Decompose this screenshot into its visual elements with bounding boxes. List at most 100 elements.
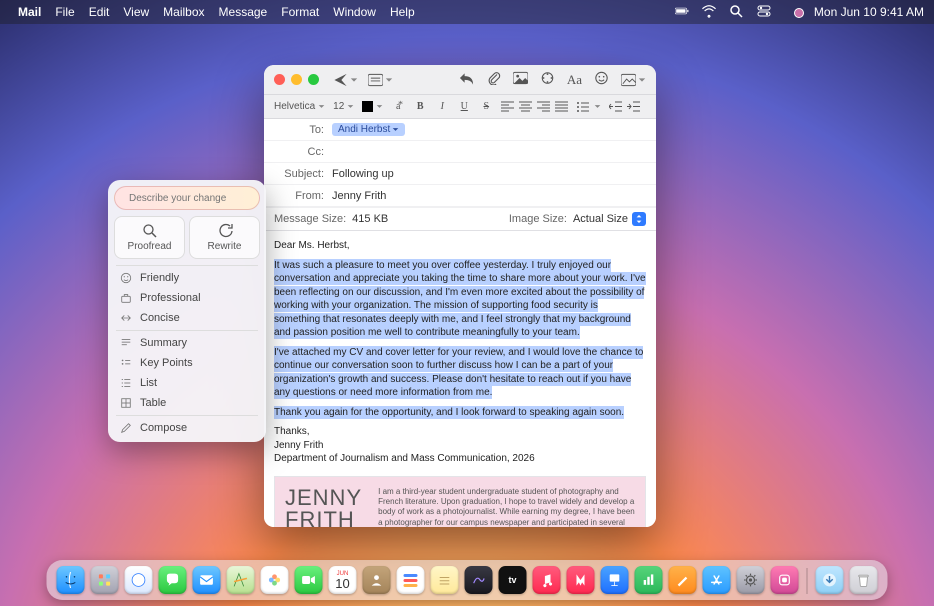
underline-button[interactable]: U	[457, 101, 471, 112]
send-button[interactable]	[333, 73, 358, 87]
dock-keynote[interactable]	[601, 566, 629, 594]
list-item[interactable]: List	[108, 373, 266, 393]
subject-field[interactable]	[332, 168, 646, 180]
menu-message[interactable]: Message	[219, 5, 268, 19]
spotlight-icon[interactable]	[729, 4, 743, 18]
traffic-lights	[274, 74, 319, 85]
emoji-button[interactable]	[594, 71, 609, 88]
dock-settings[interactable]	[737, 566, 765, 594]
magnifier-icon	[142, 223, 158, 239]
proofread-button[interactable]: Proofread	[114, 216, 185, 259]
header-fields-button[interactable]	[368, 73, 393, 87]
indent-button[interactable]	[627, 101, 640, 112]
format-button[interactable]	[540, 71, 555, 88]
dock-calendar[interactable]: JUN10	[329, 566, 357, 594]
italic-button[interactable]: I	[435, 101, 449, 112]
text-effects-button[interactable]: a⃰	[391, 101, 405, 112]
menu-help[interactable]: Help	[390, 5, 415, 19]
battery-icon[interactable]	[675, 4, 689, 18]
menu-window[interactable]: Window	[333, 5, 376, 19]
dock-appstore[interactable]	[703, 566, 731, 594]
message-body[interactable]: Dear Ms. Herbst, It was such a pleasure …	[264, 231, 656, 527]
align-right-button[interactable]	[537, 101, 550, 112]
keypoints-icon	[120, 357, 132, 369]
writing-tools-input[interactable]	[129, 193, 261, 204]
dock-launchpad[interactable]	[91, 566, 119, 594]
cc-field[interactable]	[332, 146, 646, 158]
image-size-select[interactable]: Actual Size	[573, 212, 646, 226]
to-recipient-token[interactable]: Andi Herbst	[332, 123, 405, 136]
strikethrough-button[interactable]: S	[479, 101, 493, 112]
writing-tools-panel: Proofread Rewrite Friendly Professional …	[108, 180, 266, 442]
cc-label: Cc:	[274, 146, 324, 158]
dock-reminders[interactable]	[397, 566, 425, 594]
pencil-icon	[120, 422, 132, 434]
media-browser-button[interactable]	[621, 73, 646, 87]
list-style-button[interactable]	[576, 101, 601, 112]
user-icon[interactable]	[784, 8, 804, 18]
resume-name: JENNY FRITH	[285, 487, 362, 528]
concise-item[interactable]: Concise	[108, 308, 266, 328]
dock-photos[interactable]	[261, 566, 289, 594]
friendly-item[interactable]: Friendly	[108, 268, 266, 288]
bold-button[interactable]: B	[413, 101, 427, 112]
zoom-button[interactable]	[308, 74, 319, 85]
wifi-icon[interactable]	[702, 4, 716, 18]
from-label: From:	[274, 190, 324, 202]
writing-tools-prompt[interactable]	[114, 186, 260, 210]
professional-item[interactable]: Professional	[108, 288, 266, 308]
minimize-button[interactable]	[291, 74, 302, 85]
dock-news[interactable]	[567, 566, 595, 594]
attach-button[interactable]	[486, 71, 501, 88]
menu-mailbox[interactable]: Mailbox	[163, 5, 204, 19]
table-item[interactable]: Table	[108, 393, 266, 413]
menu-app[interactable]: Mail	[18, 5, 41, 19]
dock-notes[interactable]	[431, 566, 459, 594]
control-center-icon[interactable]	[757, 4, 771, 18]
dock-contacts[interactable]	[363, 566, 391, 594]
summary-item[interactable]: Summary	[108, 333, 266, 353]
close-button[interactable]	[274, 74, 285, 85]
rewrite-button[interactable]: Rewrite	[189, 216, 260, 259]
dock-freeform[interactable]	[465, 566, 493, 594]
dock-messages[interactable]	[159, 566, 187, 594]
compose-item[interactable]: Compose	[108, 418, 266, 438]
menubar-clock[interactable]: Mon Jun 10 9:41 AM	[814, 5, 924, 19]
menu-file[interactable]: File	[55, 5, 74, 19]
subject-label: Subject:	[274, 168, 324, 180]
menu-edit[interactable]: Edit	[89, 5, 110, 19]
menu-format[interactable]: Format	[281, 5, 319, 19]
status-icons	[665, 4, 804, 21]
message-size-value: 415 KB	[352, 213, 388, 225]
dock-finder[interactable]	[57, 566, 85, 594]
dock-downloads[interactable]	[816, 566, 844, 594]
dock-maps[interactable]	[227, 566, 255, 594]
font-family-select[interactable]: Helvetica	[274, 101, 325, 112]
reply-button[interactable]	[459, 71, 474, 88]
dock-facetime[interactable]	[295, 566, 323, 594]
dock-safari[interactable]	[125, 566, 153, 594]
dock-mail[interactable]	[193, 566, 221, 594]
menubar: Mail File Edit View Mailbox Message Form…	[0, 0, 934, 24]
dock-tv[interactable]: tv	[499, 566, 527, 594]
insert-photo-button[interactable]	[513, 71, 528, 88]
from-value[interactable]: Jenny Frith	[332, 190, 386, 202]
outdent-button[interactable]	[609, 101, 622, 112]
dock-trash[interactable]	[850, 566, 878, 594]
align-center-button[interactable]	[519, 101, 532, 112]
body-paragraph-2: I've attached my CV and cover letter for…	[274, 346, 643, 400]
align-left-button[interactable]	[501, 101, 514, 112]
dock-pages[interactable]	[669, 566, 697, 594]
align-justify-button[interactable]	[555, 101, 568, 112]
body-greeting: Dear Ms. Herbst,	[274, 239, 646, 253]
text-color-button[interactable]	[362, 101, 383, 112]
dock-music[interactable]	[533, 566, 561, 594]
menu-view[interactable]: View	[123, 5, 149, 19]
window-titlebar[interactable]: Aa	[264, 65, 656, 95]
font-size-select[interactable]: 12	[333, 101, 354, 112]
text-format-button[interactable]: Aa	[567, 72, 582, 88]
list-icon	[120, 377, 132, 389]
dock-numbers[interactable]	[635, 566, 663, 594]
keypoints-item[interactable]: Key Points	[108, 353, 266, 373]
dock-shortcuts[interactable]	[771, 566, 799, 594]
